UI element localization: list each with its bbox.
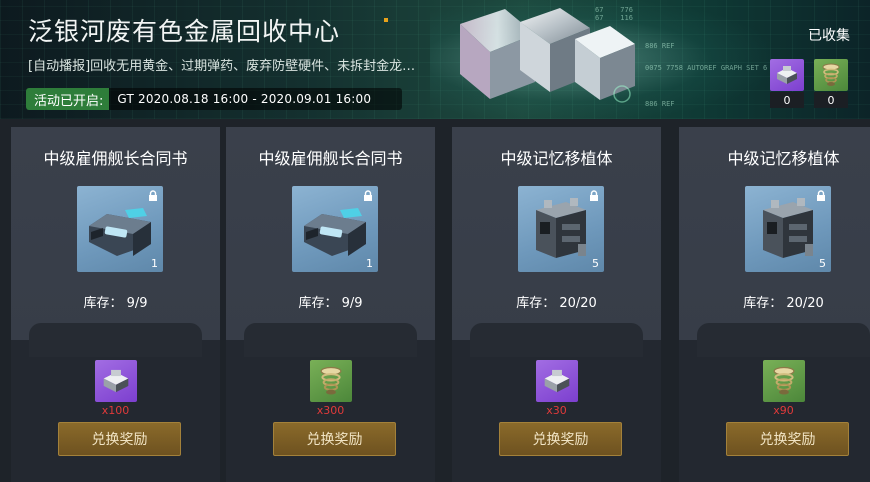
reward-card-header: 中级记忆移植体 5 库存： 20/20 xyxy=(452,127,661,340)
stock-info: 库存： 20/20 xyxy=(679,292,870,311)
item-quantity: 5 xyxy=(592,257,599,270)
event-banner: 67 776 67 116 886 REF 0075 7758 AUTOREF … xyxy=(0,0,870,119)
event-status-badge: 活动已开启: xyxy=(26,88,110,110)
reward-card: 中级雇佣舰长合同书 1 库存： 9/9 xyxy=(11,127,220,482)
collected-count: 0 xyxy=(770,92,804,108)
coil-spring-icon xyxy=(320,366,342,395)
reward-item-tile[interactable]: 1 xyxy=(292,186,378,272)
exchange-reward-button[interactable]: 兑换奖励 xyxy=(499,422,622,456)
event-description: [自动播报]回收无用黄金、过期弹药、废弃防壁硬件、未拆封金龙… xyxy=(28,59,416,74)
exchange-reward-button[interactable]: 兑换奖励 xyxy=(273,422,396,456)
cost-item-tile[interactable] xyxy=(763,360,805,402)
reward-card-header: 中级雇佣舰长合同书 1 库存： 9/9 xyxy=(226,127,435,340)
cost-tab-decor xyxy=(29,323,202,357)
title-accent-dot xyxy=(384,18,388,22)
lock-icon xyxy=(364,190,372,201)
coil-spring-icon xyxy=(814,59,848,91)
cost-tab-decor xyxy=(470,323,643,357)
metal-scrap-icon xyxy=(103,369,129,393)
banner-decor-text: 0075 7758 AUTOREF GRAPH SET 6 xyxy=(645,64,768,72)
reward-card-cost: x300 兑换奖励 xyxy=(226,323,435,482)
stock-value: 9/9 xyxy=(341,296,363,311)
reward-card: 中级雇佣舰长合同书 1 库存： 9/9 xyxy=(226,127,435,482)
item-quantity: 1 xyxy=(151,257,158,270)
event-time-range: GT 2020.08.18 16:00 - 2020.09.01 16:00 xyxy=(117,92,372,106)
reward-card: 中级记忆移植体 5 xyxy=(452,127,661,482)
event-title: 泛银河废有色金属回收中心 xyxy=(28,17,341,46)
reward-title: 中级雇佣舰长合同书 xyxy=(258,149,403,168)
reward-card-header: 中级记忆移植体 5 库存： 20/20 xyxy=(679,127,870,340)
exchange-reward-button[interactable]: 兑换奖励 xyxy=(726,422,849,456)
stock-info: 库存： 9/9 xyxy=(11,292,220,311)
reward-title: 中级雇佣舰长合同书 xyxy=(43,149,188,168)
stock-label: 库存： xyxy=(516,296,556,311)
stock-label: 库存： xyxy=(743,296,783,311)
stock-info: 库存： 9/9 xyxy=(226,292,435,311)
metal-scrap-icon xyxy=(544,369,570,393)
stock-label: 库存： xyxy=(83,296,123,311)
collected-count: 0 xyxy=(814,92,848,108)
lock-icon xyxy=(590,190,598,201)
reward-card: 中级记忆移植体 5 xyxy=(679,127,870,482)
collected-item-spring[interactable]: 0 xyxy=(814,59,848,108)
cost-tab-decor xyxy=(244,323,417,357)
cost-amount: x30 xyxy=(546,404,567,417)
reward-item-tile[interactable]: 5 xyxy=(745,186,831,272)
event-period-strip: 活动已开启: GT 2020.08.18 16:00 - 2020.09.01 … xyxy=(26,88,402,110)
stock-info: 库存： 20/20 xyxy=(452,292,661,311)
cost-item-tile[interactable] xyxy=(310,360,352,402)
collected-item-metal[interactable]: 0 xyxy=(770,59,804,108)
cost-item-tile[interactable] xyxy=(536,360,578,402)
item-quantity: 1 xyxy=(366,257,373,270)
metal-scrap-icon xyxy=(770,59,804,91)
reward-card-list: 中级雇佣舰长合同书 1 库存： 9/9 x100 兑换奖励 中级雇佣舰长合同书 … xyxy=(0,119,870,482)
reward-title: 中级记忆移植体 xyxy=(500,149,613,168)
exchange-reward-button[interactable]: 兑换奖励 xyxy=(58,422,181,456)
lock-icon xyxy=(149,190,157,201)
reward-card-cost: x100 兑换奖励 xyxy=(11,323,220,482)
stock-value: 20/20 xyxy=(786,296,824,311)
lock-icon xyxy=(817,190,825,201)
reward-card-header: 中级雇佣舰长合同书 1 库存： 9/9 xyxy=(11,127,220,340)
cost-item-tile[interactable] xyxy=(95,360,137,402)
reward-item-tile[interactable]: 5 xyxy=(518,186,604,272)
item-quantity: 5 xyxy=(819,257,826,270)
reward-item-tile[interactable]: 1 xyxy=(77,186,163,272)
cost-amount: x300 xyxy=(316,404,345,417)
reward-card-cost: x90 兑换奖励 xyxy=(679,323,870,482)
stock-value: 20/20 xyxy=(559,296,597,311)
cost-amount: x100 xyxy=(101,404,130,417)
metal-cube-art-icon xyxy=(460,8,635,103)
reward-card-cost: x30 兑换奖励 xyxy=(452,323,661,482)
cost-amount: x90 xyxy=(773,404,794,417)
stock-value: 9/9 xyxy=(126,296,148,311)
reward-title: 中级记忆移植体 xyxy=(727,149,840,168)
collected-label: 已收集 xyxy=(808,28,850,44)
stock-label: 库存： xyxy=(298,296,338,311)
cost-tab-decor xyxy=(697,323,870,357)
coil-spring-icon xyxy=(773,366,795,395)
